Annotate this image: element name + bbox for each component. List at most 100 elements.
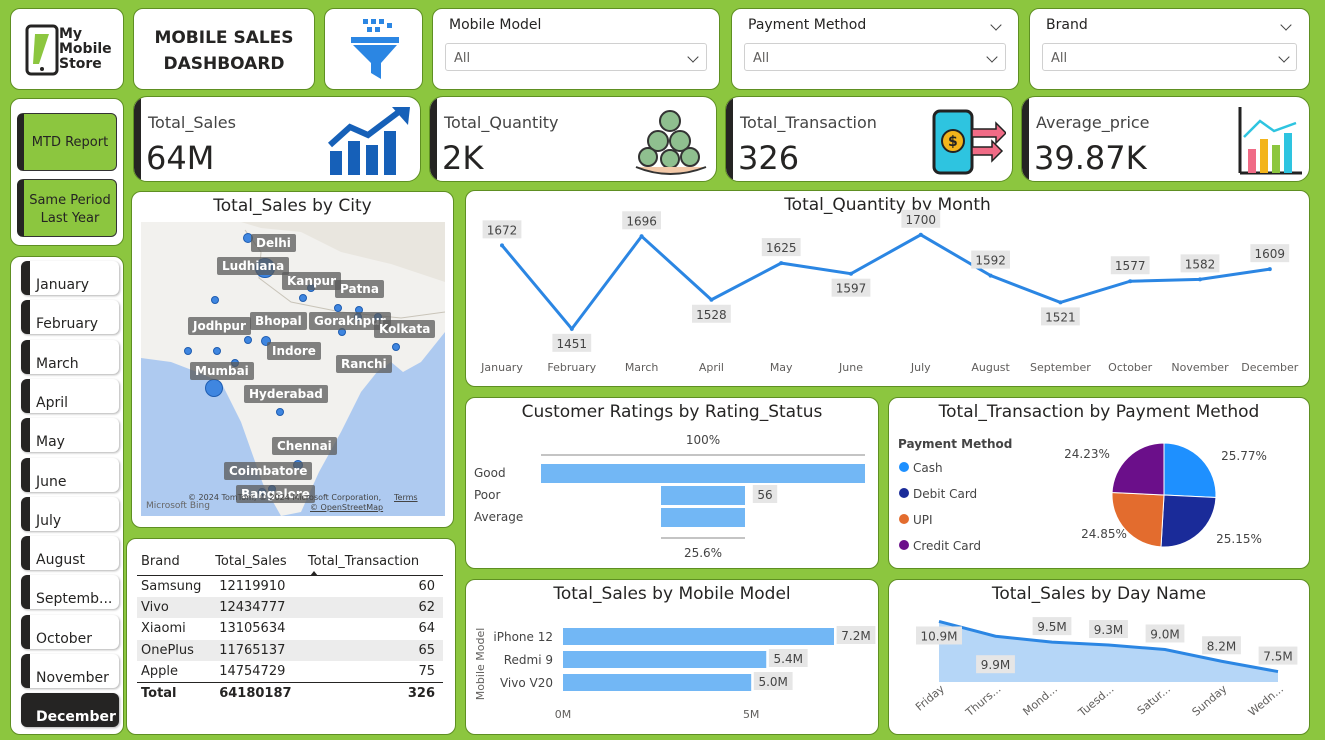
sales-by-city-map[interactable]: Total_Sales by City Delhi Ludhiana Kanpur P…	[131, 191, 454, 528]
terms-link[interactable]: Terms	[394, 493, 418, 502]
data-point[interactable]	[988, 273, 993, 278]
bar-chart-svg[interactable]: Mobile Model iPhone 12 7.2M Redmi 9 5.4M Vivo…	[466, 580, 879, 735]
data-label: 1597	[836, 282, 867, 296]
data-label: 1582	[1185, 257, 1216, 271]
pie-slice[interactable]	[1111, 442, 1165, 496]
chevron-down-icon[interactable]	[1280, 19, 1292, 31]
data-point[interactable]	[1267, 267, 1272, 272]
city-marker[interactable]	[184, 347, 192, 355]
bar[interactable]	[563, 651, 767, 668]
legend-item[interactable]: UPI	[913, 513, 933, 527]
brand-dropdown[interactable]: All	[1042, 43, 1297, 71]
city-marker[interactable]	[211, 296, 219, 304]
map-attribution: © 2024 TomTom, © 2024 Microsoft Corporat…	[188, 493, 382, 502]
series-line[interactable]	[500, 233, 1271, 332]
sales-by-day-chart[interactable]: Total_Sales by Day Name 10.9M Friday 9.9M T…	[888, 579, 1310, 735]
table-row[interactable]: Apple 14754729 75	[137, 661, 443, 683]
slicer-payment-method[interactable]: Payment Method All	[731, 8, 1019, 90]
legend-item[interactable]: Credit Card	[913, 539, 981, 553]
data-point[interactable]	[639, 234, 644, 239]
mtd-report-button[interactable]: MTD Report	[17, 113, 117, 171]
filter-card[interactable]	[324, 8, 423, 90]
data-point[interactable]	[1058, 300, 1063, 305]
osm-link[interactable]: © OpenStreetMap	[310, 503, 383, 512]
payment-method-dropdown[interactable]: All	[744, 43, 1006, 71]
data-point[interactable]	[918, 232, 923, 237]
legend-item[interactable]: Debit Card	[913, 487, 977, 501]
month-button[interactable]: June	[21, 457, 119, 492]
pie-slice[interactable]	[1160, 494, 1217, 548]
quantity-by-month-chart[interactable]: Total_Quantity by Month 1672 January 1451 F…	[465, 190, 1310, 387]
legend-marker[interactable]	[899, 514, 909, 524]
col-total-transaction[interactable]: Total_Transaction	[308, 549, 443, 576]
money-bags-icon	[635, 110, 707, 175]
table-row[interactable]: Xiaomi 13105634 64	[137, 618, 443, 640]
col-total-sales[interactable]: Total_Sales	[215, 549, 308, 575]
payment-method-chart[interactable]: Total_Transaction by Payment Method Paym…	[888, 397, 1310, 569]
table-row[interactable]: Samsung 12119910 60	[137, 575, 443, 597]
funnel-chart-svg[interactable]: 100% Good Poor 56 Average 25.6%	[466, 398, 879, 569]
table-cell: 64	[418, 621, 435, 637]
legend-item[interactable]: Cash	[913, 461, 943, 475]
area-chart-svg[interactable]: 10.9M Friday 9.9M Thurs... 9.5M Mond... 9.3M Tu…	[889, 580, 1310, 735]
phone-payment-icon: $	[932, 109, 1006, 175]
pie-chart-svg[interactable]: Payment Method Cash Debit Card UPI Credit Ca…	[889, 398, 1310, 569]
city-marker[interactable]	[334, 304, 342, 312]
sort-asc-icon[interactable]	[309, 571, 318, 576]
sales-by-model-chart[interactable]: Total_Sales by Mobile Model Mobile Model…	[465, 579, 879, 735]
bar[interactable]	[563, 628, 834, 645]
x-tick-label: Mond...	[1020, 682, 1060, 718]
month-button[interactable]: January	[21, 261, 119, 295]
phone-logo-icon	[25, 24, 59, 76]
month-button[interactable]: October	[21, 614, 119, 649]
city-marker[interactable]	[276, 408, 284, 416]
mobile-model-dropdown[interactable]: All	[445, 43, 707, 71]
city-marker[interactable]	[244, 336, 252, 344]
month-button[interactable]: November	[21, 654, 119, 688]
data-point[interactable]	[709, 297, 714, 302]
kpi-average-price: Average_price 39.87K	[1021, 96, 1310, 182]
data-point[interactable]	[1198, 277, 1202, 282]
legend-marker[interactable]	[899, 488, 909, 498]
month-button[interactable]: Septemb...	[21, 575, 119, 610]
kpi-label: Total_Transaction	[740, 113, 877, 132]
chevron-down-icon[interactable]	[990, 19, 1002, 31]
line-chart-svg[interactable]: 1672 January 1451 February 1696 March 1528 Apri…	[466, 191, 1310, 387]
data-label: 1625	[766, 241, 797, 255]
month-button[interactable]: May	[21, 418, 119, 453]
legend-marker[interactable]	[899, 462, 909, 472]
data-label: 5.0M	[758, 675, 787, 689]
month-button[interactable]: April	[21, 378, 119, 413]
month-button[interactable]: July	[21, 496, 119, 531]
table-row[interactable]: OnePlus 11765137 65	[137, 639, 443, 661]
data-label: 7.5M	[1263, 650, 1292, 664]
data-point[interactable]	[1128, 279, 1133, 284]
pie-slice[interactable]	[1163, 442, 1217, 499]
bar[interactable]	[563, 674, 752, 691]
ratings-chart[interactable]: Customer Ratings by Rating_Status 100% Go…	[465, 397, 879, 569]
funnel-bar[interactable]	[661, 486, 745, 505]
slicer-brand[interactable]: Brand All	[1029, 8, 1310, 90]
data-label: 1696	[626, 214, 657, 228]
data-point[interactable]	[500, 243, 504, 248]
slicer-mobile-model[interactable]: Mobile Model All	[432, 8, 720, 90]
data-point[interactable]	[849, 271, 853, 276]
funnel-bar[interactable]	[661, 508, 745, 527]
same-period-last-year-button[interactable]: Same Period Last Year	[17, 179, 117, 237]
month-button[interactable]: February	[21, 300, 119, 335]
city-marker[interactable]	[299, 294, 307, 302]
month-button[interactable]: December	[21, 693, 119, 728]
city-marker[interactable]	[205, 379, 223, 397]
city-marker[interactable]	[392, 343, 400, 351]
month-button[interactable]: March	[21, 339, 119, 374]
data-point[interactable]	[569, 326, 574, 331]
funnel-bar[interactable]	[541, 464, 865, 483]
table-total-row[interactable]: Total 64180187 326	[137, 682, 443, 705]
table-cell: Vivo	[141, 599, 169, 615]
legend-marker[interactable]	[899, 540, 909, 550]
col-brand[interactable]: Brand	[137, 549, 215, 575]
city-marker[interactable]	[213, 347, 221, 355]
month-button[interactable]: August	[21, 536, 119, 571]
table-row[interactable]: Vivo 12434777 62	[137, 596, 443, 618]
data-point[interactable]	[779, 261, 784, 266]
